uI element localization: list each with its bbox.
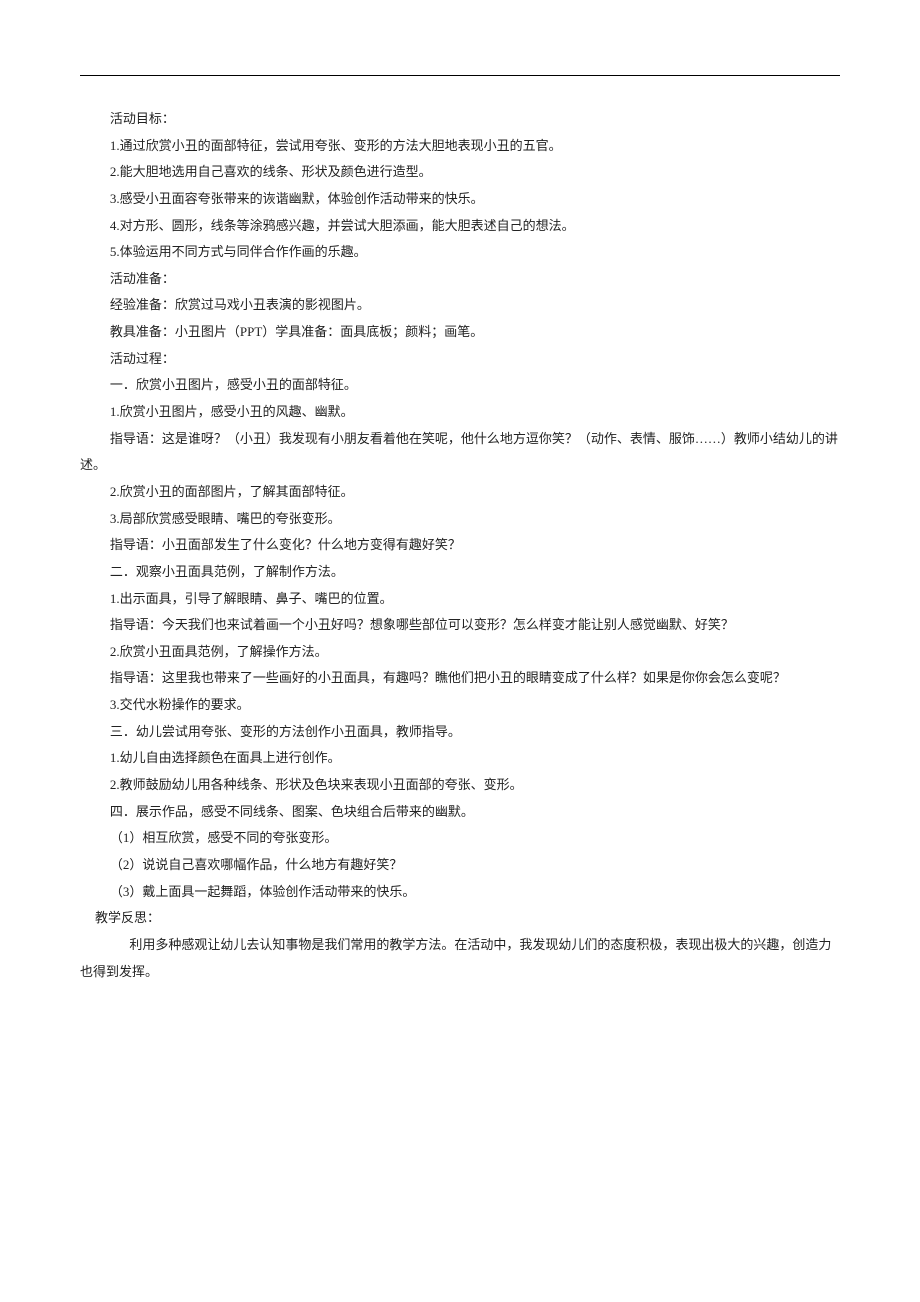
paragraph-line: 指导语：这里我也带来了一些画好的小丑面具，有趣吗？瞧他们把小丑的眼睛变成了什么样… [80,665,840,692]
horizontal-rule [80,75,840,76]
paragraph-line: 2.教师鼓励幼儿用各种线条、形状及色块来表现小丑面部的夸张、变形。 [80,772,840,799]
paragraph-line: 1.欣赏小丑图片，感受小丑的风趣、幽默。 [80,399,840,426]
paragraph-line: 指导语：今天我们也来试着画一个小丑好吗？想象哪些部位可以变形？怎么样变才能让别人… [80,612,840,639]
paragraph-line: 指导语：这是谁呀？（小丑）我发现有小朋友看着他在笑呢，他什么地方逗你笑？（动作、… [80,426,840,479]
paragraph-line: 一．欣赏小丑图片，感受小丑的面部特征。 [80,372,840,399]
paragraph-line: （3）戴上面具一起舞蹈，体验创作活动带来的快乐。 [80,879,840,906]
paragraph-line: 指导语：小丑面部发生了什么变化？什么地方变得有趣好笑？ [80,532,840,559]
paragraph-line: 活动过程： [80,346,840,373]
paragraph-line: 5.体验运用不同方式与同伴合作作画的乐趣。 [80,239,840,266]
paragraph-line: 三．幼儿尝试用夸张、变形的方法创作小丑面具，教师指导。 [80,719,840,746]
paragraph-line: 1.幼儿自由选择颜色在面具上进行创作。 [80,745,840,772]
paragraph-line: 4.对方形、圆形，线条等涂鸦感兴趣，并尝试大胆添画，能大胆表述自己的想法。 [80,213,840,240]
document-page: 活动目标：1.通过欣赏小丑的面部特征，尝试用夸张、变形的方法大胆地表现小丑的五官… [0,0,920,1045]
paragraph-line: （1）相互欣赏，感受不同的夸张变形。 [80,825,840,852]
paragraph-line: 教具准备：小丑图片（PPT）学具准备：面具底板；颜料；画笔。 [80,319,840,346]
paragraph-line: 利用多种感观让幼儿去认知事物是我们常用的教学方法。在活动中，我发现幼儿们的态度积… [80,932,840,985]
paragraph-line: 活动准备： [80,266,840,293]
paragraph-line: （2）说说自己喜欢哪幅作品，什么地方有趣好笑？ [80,852,840,879]
paragraph-line: 2.欣赏小丑面具范例，了解操作方法。 [80,639,840,666]
paragraph-line: 2.能大胆地选用自己喜欢的线条、形状及颜色进行造型。 [80,159,840,186]
paragraph-line: 四．展示作品，感受不同线条、图案、色块组合后带来的幽默。 [80,799,840,826]
paragraph-line: 1.通过欣赏小丑的面部特征，尝试用夸张、变形的方法大胆地表现小丑的五官。 [80,133,840,160]
paragraph-line: 活动目标： [80,106,840,133]
paragraph-line: 3.局部欣赏感受眼睛、嘴巴的夸张变形。 [80,506,840,533]
paragraph-line: 经验准备：欣赏过马戏小丑表演的影视图片。 [80,292,840,319]
paragraph-line: 2.欣赏小丑的面部图片，了解其面部特征。 [80,479,840,506]
paragraph-line: 3.交代水粉操作的要求。 [80,692,840,719]
paragraph-line: 3.感受小丑面容夸张带来的诙谐幽默，体验创作活动带来的快乐。 [80,186,840,213]
document-body: 活动目标：1.通过欣赏小丑的面部特征，尝试用夸张、变形的方法大胆地表现小丑的五官… [80,106,840,985]
paragraph-line: 教学反思： [80,905,840,932]
paragraph-line: 1.出示面具，引导了解眼睛、鼻子、嘴巴的位置。 [80,586,840,613]
paragraph-line: 二．观察小丑面具范例，了解制作方法。 [80,559,840,586]
